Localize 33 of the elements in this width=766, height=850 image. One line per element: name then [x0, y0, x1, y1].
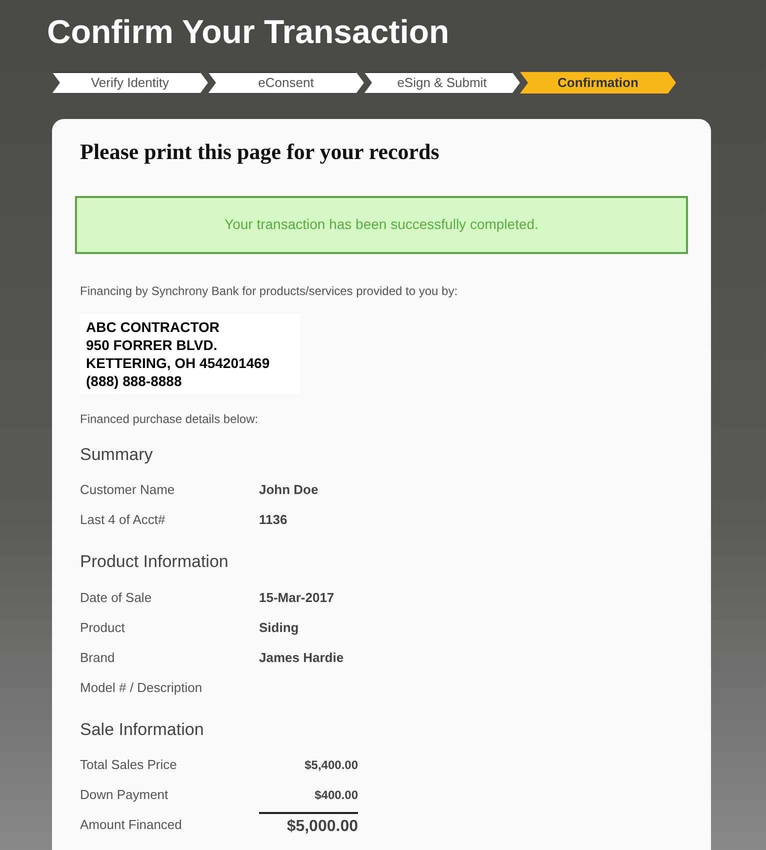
progress-step: Confirmation: [520, 72, 676, 94]
page-title: Confirm Your Transaction: [47, 12, 450, 52]
address-line: KETTERING, OH 454201469: [86, 354, 271, 372]
amount-value: $400.00: [314, 787, 358, 804]
field-label: Model # / Description: [80, 678, 204, 697]
field-value: Siding: [259, 618, 299, 637]
section-title: Product Information: [80, 551, 230, 573]
address-line: (888) 888-8888: [86, 372, 183, 390]
total-amount: $5,000.00: [259, 812, 358, 838]
field-value: James Hardie: [259, 648, 344, 667]
field-label: Brand: [80, 648, 116, 667]
section-title: Summary: [80, 444, 154, 466]
field-label: Product: [80, 618, 126, 637]
field-label: Date of Sale: [80, 588, 153, 607]
financing-note: Financing by Synchrony Bank for products/services provided to you by:: [80, 282, 459, 300]
field-label: Customer Name: [80, 481, 176, 500]
field-label: Amount Financed: [80, 816, 183, 834]
section-title: Sale Information: [80, 718, 205, 740]
field-value: 1136: [259, 511, 288, 530]
field-value: John Doe: [259, 481, 318, 500]
progress-step: Verify Identity: [52, 72, 208, 94]
address-line: ABC CONTRACTOR: [86, 318, 221, 336]
amount-value: $5,400.00: [304, 757, 358, 774]
field-label: Down Payment: [80, 786, 170, 804]
field-label: Total Sales Price: [80, 756, 178, 774]
card-heading: Please print this page for your records: [80, 138, 440, 166]
field-label: Last 4 of Acct#: [80, 511, 166, 530]
details-note: Financed purchase details below:: [80, 410, 260, 428]
field-value: 15-Mar-2017: [259, 588, 334, 607]
progress-step: eConsent: [208, 72, 364, 94]
success-message: Your transaction has been successfully completed.: [224, 215, 538, 234]
address-line: 950 FORRER BLVD.: [86, 336, 218, 354]
progress-step: eSign & Submit: [364, 72, 520, 94]
